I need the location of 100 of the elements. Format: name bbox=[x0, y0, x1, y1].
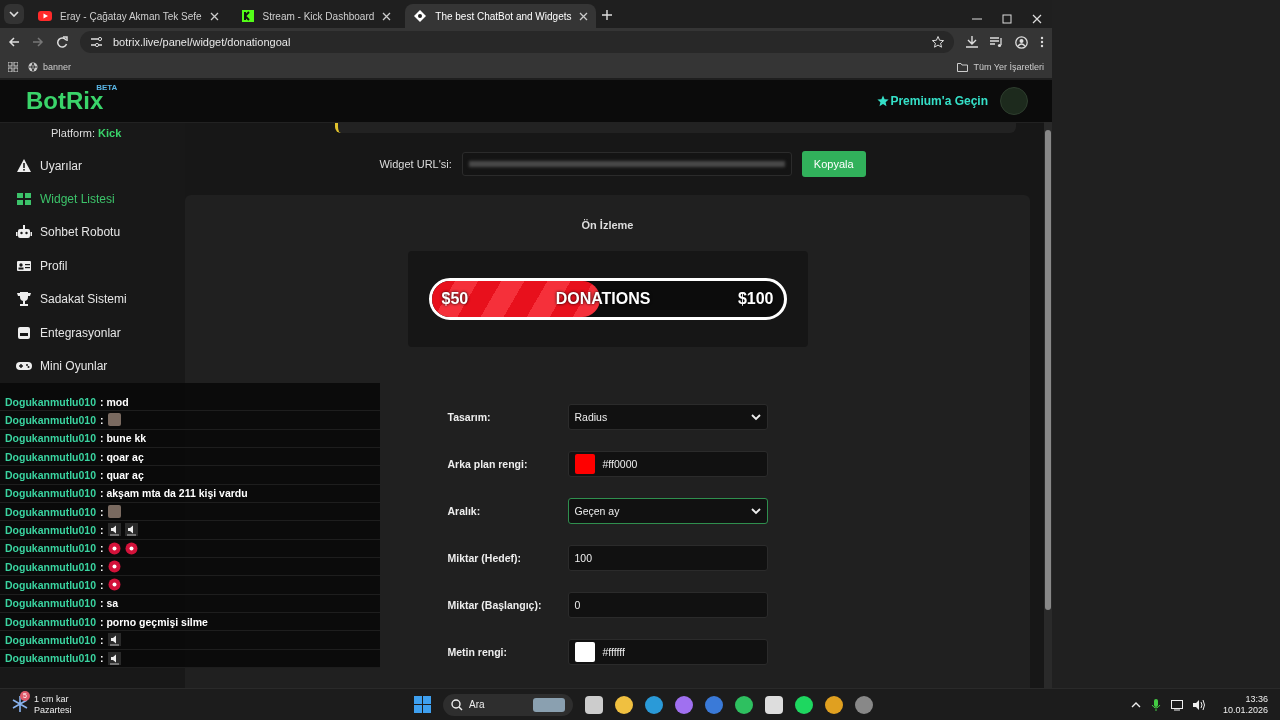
apps-grid-icon[interactable] bbox=[8, 62, 18, 72]
glowing-dot-emote-icon bbox=[107, 560, 121, 574]
setting-label: Tasarım: bbox=[447, 409, 492, 425]
grid-icon bbox=[16, 191, 32, 208]
warning-icon bbox=[16, 157, 32, 174]
chevron-up-icon[interactable] bbox=[1130, 700, 1141, 709]
sidebar-item[interactable]: Mini Oyunlar bbox=[0, 349, 185, 383]
forward-arrow-icon[interactable] bbox=[32, 36, 44, 48]
start-amount: $50 bbox=[441, 290, 469, 308]
maximize-icon[interactable] bbox=[1002, 14, 1012, 24]
site-settings-icon[interactable] bbox=[90, 36, 103, 48]
color-field[interactable]: #ff0000 bbox=[567, 450, 768, 477]
chat-message: : bbox=[100, 633, 104, 646]
search-icon bbox=[451, 698, 463, 711]
glowing-dot-emote-icon bbox=[124, 541, 138, 555]
chat-message: : bbox=[100, 523, 104, 536]
url-label: Widget URL'si: bbox=[379, 158, 452, 170]
back-arrow-icon[interactable] bbox=[8, 36, 20, 48]
sidebar-item[interactable]: Entegrasyonlar bbox=[0, 315, 185, 350]
setting-label: Aralık: bbox=[447, 503, 482, 519]
setting-label: Arka plan rengi: bbox=[447, 456, 529, 472]
clock[interactable]: 13:36 10.01.2026 bbox=[1222, 693, 1268, 716]
chat-username: Dogukanmutlu010 bbox=[5, 523, 96, 536]
browser-tab[interactable]: Eray - Çağatay Akman Tek Sefe bbox=[30, 4, 227, 28]
chat-username: Dogukanmutlu010 bbox=[5, 414, 96, 426]
globe-icon bbox=[28, 62, 38, 72]
scrollbar[interactable] bbox=[1044, 122, 1052, 688]
glowing-dot-emote-icon bbox=[107, 578, 121, 592]
close-icon[interactable] bbox=[1032, 14, 1042, 24]
chat-username: Dogukanmutlu010 bbox=[5, 450, 96, 463]
chat-username: Dogukanmutlu010 bbox=[5, 578, 96, 591]
chat-username: Dogukanmutlu010 bbox=[5, 468, 96, 481]
speaker-emote-icon bbox=[124, 523, 138, 537]
all-bookmarks-button[interactable]: Tüm Yer İşaretleri bbox=[957, 62, 1044, 72]
more-menu-icon[interactable] bbox=[1040, 36, 1044, 48]
sidebar-item[interactable]: Sadakat Sistemi bbox=[0, 282, 185, 316]
chevron-down-icon bbox=[750, 506, 761, 515]
robot-icon bbox=[16, 224, 32, 241]
chat-message: : qoar aç bbox=[100, 450, 144, 463]
sidebar-item[interactable]: Uyarılar bbox=[0, 149, 185, 183]
browser-tab[interactable]: Stream - Kick Dashboard bbox=[232, 4, 400, 28]
browser-tab[interactable]: The best ChatBot and Widgets bbox=[405, 4, 597, 28]
chat-message: : mod bbox=[100, 395, 129, 408]
color-field[interactable]: #ffffff bbox=[567, 638, 768, 665]
speaker-emote-icon bbox=[107, 633, 121, 647]
diamond-logo-icon bbox=[413, 9, 428, 23]
chat-username: Dogukanmutlu010 bbox=[5, 652, 96, 665]
close-icon[interactable] bbox=[209, 11, 219, 21]
reload-icon[interactable] bbox=[56, 36, 68, 48]
chat-message: : akşam mta da 211 kişi vardu bbox=[100, 487, 248, 500]
chat-username: Dogukanmutlu010 bbox=[5, 487, 96, 500]
input-field[interactable]: 100 bbox=[567, 544, 768, 571]
chat-message: : bune kk bbox=[100, 432, 147, 445]
select-field[interactable]: Geçen ay bbox=[567, 497, 768, 524]
volume-icon[interactable] bbox=[1192, 698, 1205, 711]
star-icon[interactable] bbox=[932, 36, 944, 48]
chat-message: : quar aç bbox=[100, 468, 144, 481]
glowing-dot-emote-icon bbox=[107, 541, 121, 555]
chevron-down-icon bbox=[9, 10, 19, 18]
sidebar-item[interactable]: Profil bbox=[0, 249, 185, 283]
address-bar[interactable]: botrix.live/panel/widget/donationgoal bbox=[80, 31, 954, 53]
start-icon[interactable] bbox=[414, 696, 431, 713]
day-text: Pazartesi bbox=[34, 704, 72, 716]
chat-message: : porno geçmişi silme bbox=[100, 615, 208, 628]
chat-username: Dogukanmutlu010 bbox=[5, 542, 96, 555]
bookmark-link[interactable]: banner bbox=[28, 62, 72, 72]
snowflake-icon bbox=[12, 695, 28, 712]
chat-message: : bbox=[100, 505, 104, 518]
close-icon[interactable] bbox=[382, 11, 392, 21]
chat-username: Dogukanmutlu010 bbox=[5, 395, 96, 408]
sidebar-item[interactable]: Sohbet Robotu bbox=[0, 215, 185, 250]
network-icon[interactable] bbox=[1170, 698, 1183, 711]
tab-list-button[interactable] bbox=[4, 4, 24, 24]
setting-label: Metin rengi: bbox=[447, 644, 508, 660]
chat-message: : sa bbox=[100, 597, 119, 610]
setting-label: Miktar (Başlangıç): bbox=[447, 597, 543, 613]
video-icon bbox=[38, 9, 52, 23]
speaker-emote-icon bbox=[107, 651, 121, 665]
chat-username: Dogukanmutlu010 bbox=[5, 597, 96, 610]
close-icon[interactable] bbox=[579, 11, 589, 21]
sidebar-item[interactable]: Widget Listesi bbox=[0, 182, 185, 216]
platform-label: Platform: Kick bbox=[50, 127, 123, 139]
speaker-emote-icon bbox=[107, 523, 121, 537]
select-field[interactable]: Radius bbox=[567, 403, 768, 430]
media-queue-icon[interactable] bbox=[990, 36, 1003, 48]
beta-label: BETA bbox=[96, 83, 118, 92]
chat-username: Dogukanmutlu010 bbox=[5, 560, 96, 573]
profile-icon[interactable] bbox=[1015, 35, 1028, 49]
trophy-icon bbox=[16, 291, 32, 308]
microphone-icon[interactable] bbox=[1150, 698, 1161, 711]
chevron-down-icon bbox=[750, 412, 761, 421]
premium-link[interactable]: Premium'a Geçin bbox=[877, 94, 988, 108]
input-field[interactable]: 0 bbox=[567, 591, 768, 618]
plus-icon[interactable] bbox=[602, 10, 613, 20]
search-field[interactable]: Ara bbox=[443, 693, 573, 716]
search-highlight-image bbox=[533, 697, 565, 712]
chat-message: : bbox=[100, 560, 104, 573]
goal-amount: $100 bbox=[737, 290, 774, 308]
widget-url-field[interactable] bbox=[461, 152, 792, 176]
download-icon[interactable] bbox=[966, 36, 978, 48]
